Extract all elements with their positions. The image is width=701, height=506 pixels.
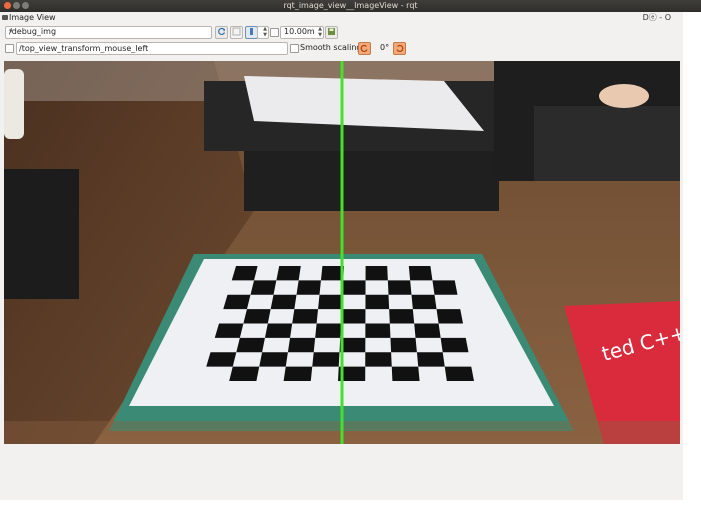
max-range-stepper[interactable]: ▲ ▼ [257,26,269,39]
zoom-fit-icon [232,27,241,36]
checker-square [296,280,321,295]
zoom-1-button[interactable] [230,26,243,39]
checker-square [414,323,441,338]
hand [599,84,649,108]
checker-square [223,294,251,310]
checker-square [342,280,366,295]
refresh-icon [218,27,226,35]
chevron-down-icon: ▾ [9,27,13,35]
range-value-spinbox[interactable]: 10.00m ▲ ▼ [280,26,324,39]
checker-square [287,337,316,353]
rotate-right-icon [396,44,404,53]
dynamic-range-checkbox[interactable] [270,28,279,37]
checker-square [365,352,392,367]
white-object [4,69,24,139]
checker-square [206,352,237,367]
rotate-left-icon [360,44,368,53]
checker-square [270,294,297,310]
checker-square [229,366,260,381]
mouse-topic-input[interactable] [19,43,281,53]
save-icon [328,28,335,35]
checker-square [365,323,391,338]
toolbar-row-2: Smooth scaling 0° [0,41,683,55]
black-tray-left [4,169,79,299]
checker-square [214,323,244,338]
dynamic-range-icon [250,28,253,35]
checker-square [390,337,417,353]
dock-title: Image View [9,13,56,22]
checker-square [292,309,319,324]
publish-mouse-checkbox[interactable] [5,44,14,53]
checker-square [231,266,258,281]
save-image-button[interactable] [325,26,338,39]
checker-square [444,366,474,381]
stepper-arrows: ▲ ▼ [318,26,322,38]
range-value: 10.00m [284,27,315,36]
window-titlebar: rqt_image_view__ImageView - rqt [0,0,701,12]
smooth-scaling-label: Smooth scaling [300,43,362,52]
empty-status-area [0,444,683,500]
checker-square [259,352,288,367]
checker-square [408,266,433,281]
checker-square [411,294,437,310]
checker-square [264,323,293,338]
checker-square [387,280,412,295]
keyboard [534,106,680,181]
refresh-topics-button[interactable] [215,26,228,39]
checker-square [436,309,463,324]
camera-scene: ted C++ [4,61,680,444]
checker-square [440,337,469,353]
checker-square [391,366,420,381]
checker-square [389,309,415,324]
checker-square [243,309,271,324]
stepper-arrows: ▲ ▼ [263,26,267,38]
dock-header: Image View Dⓔ - O [0,12,683,24]
camera-image[interactable]: ted C++ [4,61,680,444]
checker-square [312,352,340,367]
checker-square [236,337,265,353]
document-tray-bottom [244,151,499,211]
rotation-label: 0° [380,43,390,52]
smooth-scaling-checkbox[interactable] [290,44,299,53]
checker-square [283,366,313,381]
rotate-left-button[interactable] [358,42,371,55]
mouse-topic-field[interactable] [16,42,288,55]
rotate-right-button[interactable] [393,42,406,55]
checker-square [365,266,388,281]
checker-square [365,294,390,310]
window-title: rqt_image_view__ImageView - rqt [283,1,418,10]
checker-square [250,280,277,295]
checker-square [432,280,458,295]
dock-controls[interactable]: Dⓔ - O [643,12,671,23]
checker-square [341,309,366,324]
checker-square [315,323,341,338]
dock-icon [2,15,8,20]
checker-square [276,266,301,281]
image-view-panel: Image View Dⓔ - O /debug_img ▾ ▲ ▼ 10.00… [0,12,683,500]
checker-square [318,294,343,310]
checker-square [416,352,445,367]
topic-select[interactable]: /debug_img ▾ [5,26,212,39]
toolbar-row-1: /debug_img ▾ ▲ ▼ 10.00m ▲ ▼ [0,25,683,39]
